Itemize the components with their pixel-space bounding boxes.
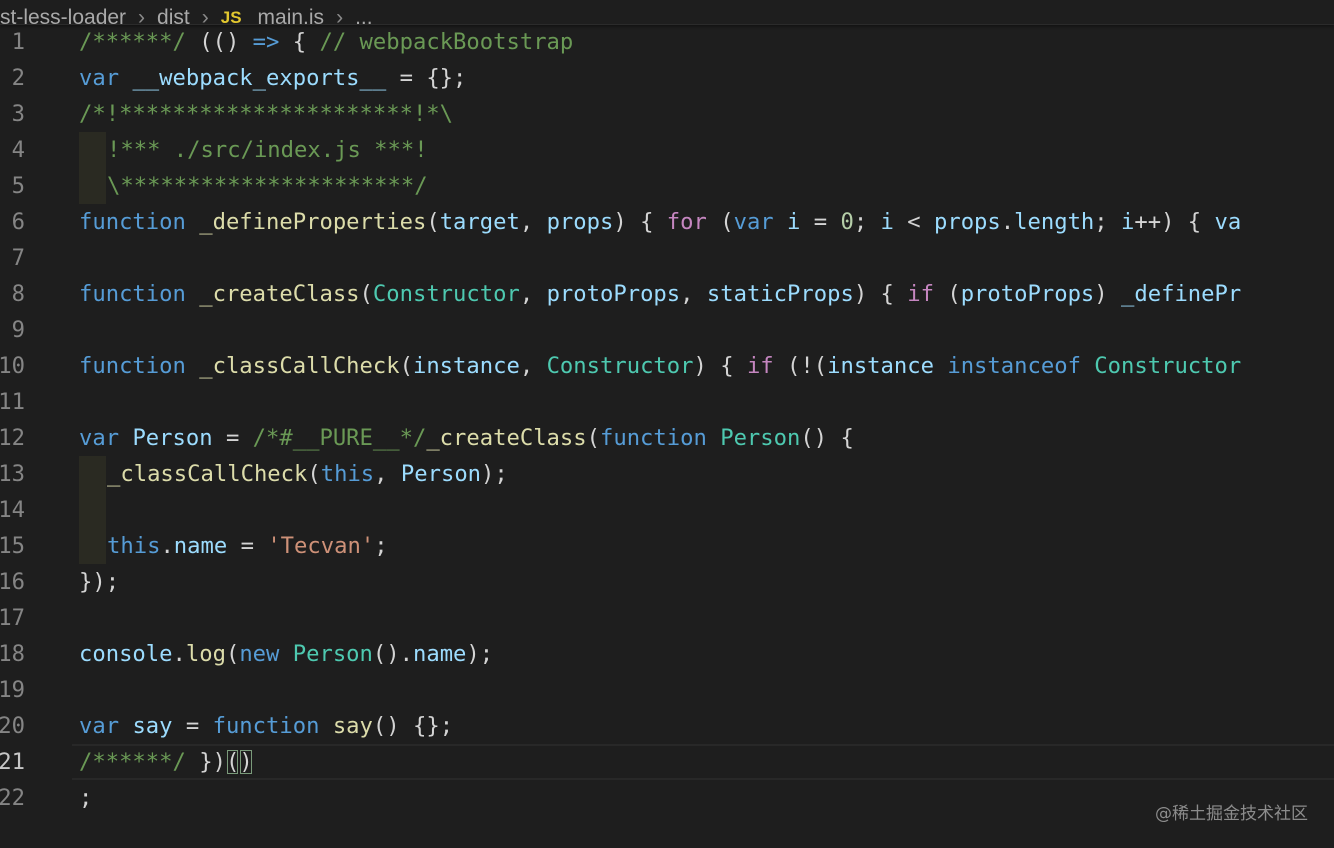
line-number[interactable]: 22	[0, 780, 25, 816]
line-number[interactable]: 12	[0, 420, 25, 456]
code-text[interactable]: function _defineProperties(target, props…	[79, 204, 1241, 240]
code-text[interactable]: function _classCallCheck(instance, Const…	[79, 348, 1241, 384]
chevron-right-icon: ›	[138, 6, 146, 25]
code-line[interactable]: 17	[0, 600, 1334, 636]
code-text[interactable]: !*** ./src/index.js ***!	[107, 132, 428, 168]
code-text[interactable]: var say = function say() {};	[79, 708, 453, 744]
line-number[interactable]: 9	[0, 312, 25, 348]
code-line[interactable]: 9	[0, 312, 1334, 348]
indent-guide	[79, 456, 106, 492]
code-line[interactable]: 6 function _defineProperties(target, pro…	[0, 204, 1334, 240]
breadcrumb-folder-dist[interactable]: dist	[157, 6, 190, 24]
line-number[interactable]: 13	[0, 456, 25, 492]
code-text[interactable]: });	[79, 564, 119, 600]
breadcrumb-file-main-js[interactable]: main.js	[258, 6, 325, 24]
code-text[interactable]: /*!**********************!*\	[79, 96, 453, 132]
code-line-current[interactable]: 21 /******/ })()	[0, 744, 1334, 780]
code-text[interactable]: /******/ (() => { // webpackBootstrap	[79, 24, 573, 60]
breadcrumb: st-less-loader › dist › JS main.js › ...	[0, 0, 1334, 25]
code-text[interactable]: console.log(new Person().name);	[79, 636, 493, 672]
code-text[interactable]: _classCallCheck(this, Person);	[107, 456, 508, 492]
code-line[interactable]: 3 /*!**********************!*\	[0, 96, 1334, 132]
code-line[interactable]: 11	[0, 384, 1334, 420]
code-line[interactable]: 18 console.log(new Person().name);	[0, 636, 1334, 672]
chevron-right-icon: ›	[201, 6, 209, 25]
indent-guide	[79, 132, 106, 168]
line-number[interactable]: 18	[0, 636, 25, 672]
code-line[interactable]: 19	[0, 672, 1334, 708]
code-line[interactable]: 15 this.name = 'Tecvan';	[0, 528, 1334, 564]
line-number[interactable]: 14	[0, 492, 25, 528]
code-line[interactable]: 20 var say = function say() {};	[0, 708, 1334, 744]
line-number[interactable]: 7	[0, 240, 25, 276]
code-text[interactable]: ;	[79, 780, 92, 816]
code-line[interactable]: 13 _classCallCheck(this, Person);	[0, 456, 1334, 492]
code-line[interactable]: 7	[0, 240, 1334, 276]
code-text[interactable]: this.name = 'Tecvan';	[107, 528, 388, 564]
chevron-right-icon: ›	[336, 6, 344, 25]
javascript-file-icon: JS	[220, 8, 242, 25]
code-text[interactable]: var __webpack_exports__ = {};	[79, 60, 466, 96]
breadcrumb-folder-root[interactable]: st-less-loader	[0, 6, 126, 24]
line-number[interactable]: 5	[0, 168, 25, 204]
indent-guide	[79, 168, 106, 204]
code-line[interactable]: 14	[0, 492, 1334, 528]
indent-guide	[79, 492, 106, 528]
code-line[interactable]: 12 var Person = /*#__PURE__*/_createClas…	[0, 420, 1334, 456]
line-number[interactable]: 11	[0, 384, 25, 420]
line-number[interactable]: 15	[0, 528, 25, 564]
code-line[interactable]: 8 function _createClass(Constructor, pro…	[0, 276, 1334, 312]
line-number[interactable]: 2	[0, 60, 25, 96]
indent-guide	[79, 528, 106, 564]
line-number[interactable]: 17	[0, 600, 25, 636]
code-text[interactable]: function _createClass(Constructor, proto…	[79, 276, 1241, 312]
code-line[interactable]: 22 ;	[0, 780, 1334, 816]
code-line[interactable]: 5 \**********************/	[0, 168, 1334, 204]
code-line[interactable]: 2 var __webpack_exports__ = {};	[0, 60, 1334, 96]
code-editor[interactable]: st-less-loader › dist › JS main.js › ...…	[0, 0, 1334, 848]
code-text[interactable]: \**********************/	[107, 168, 428, 204]
line-number[interactable]: 1	[0, 24, 25, 60]
line-number[interactable]: 20	[0, 708, 25, 744]
code-line[interactable]: 1 /******/ (() => { // webpackBootstrap	[0, 24, 1334, 60]
breadcrumb-symbols-ellipsis[interactable]: ...	[355, 6, 373, 24]
line-number[interactable]: 3	[0, 96, 25, 132]
code-text[interactable]: /******/ })()	[79, 744, 253, 780]
code-area[interactable]: 1 /******/ (() => { // webpackBootstrap …	[0, 24, 1334, 816]
code-line[interactable]: 4 !*** ./src/index.js ***!	[0, 132, 1334, 168]
code-line[interactable]: 16 });	[0, 564, 1334, 600]
line-number[interactable]: 19	[0, 672, 25, 708]
code-line[interactable]: 10 function _classCallCheck(instance, Co…	[0, 348, 1334, 384]
line-number[interactable]: 16	[0, 564, 25, 600]
line-number[interactable]: 6	[0, 204, 25, 240]
line-number[interactable]: 8	[0, 276, 25, 312]
line-number[interactable]: 10	[0, 348, 25, 384]
line-number[interactable]: 4	[0, 132, 25, 168]
code-text[interactable]: var Person = /*#__PURE__*/_createClass(f…	[79, 420, 854, 456]
watermark: @稀土掘金技术社区	[1155, 804, 1308, 824]
line-number[interactable]: 21	[0, 744, 25, 780]
